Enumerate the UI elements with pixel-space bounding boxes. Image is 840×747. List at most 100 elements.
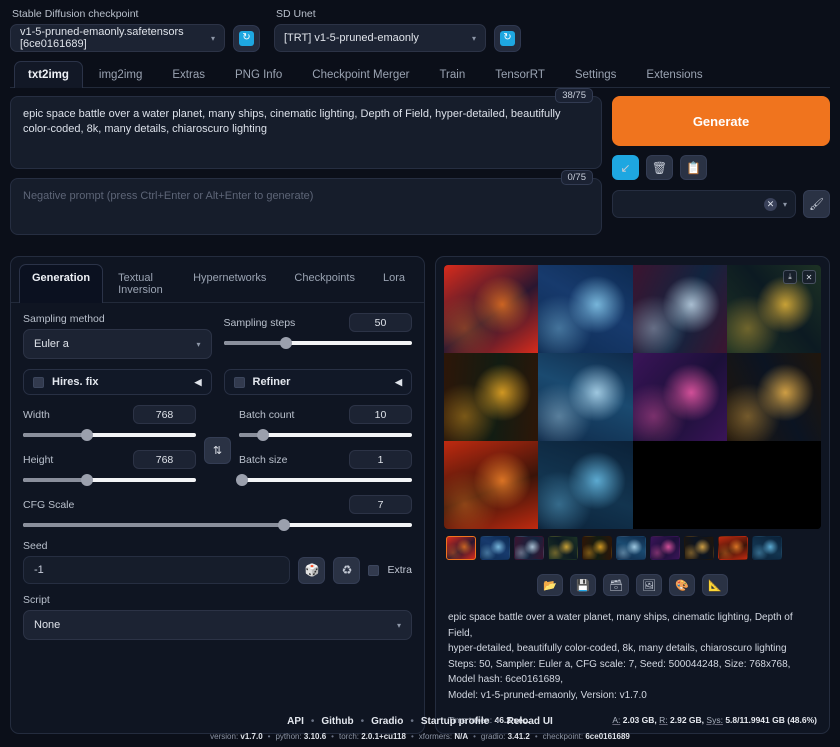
gallery-image[interactable] (633, 353, 727, 441)
gallery-thumbnail[interactable] (684, 536, 714, 560)
styles-dropdown[interactable]: ✕ ▾ (612, 190, 796, 218)
gallery-image[interactable] (538, 265, 632, 353)
footer-link-startup-profile[interactable]: Startup profile (421, 716, 489, 727)
gallery-thumbnail[interactable] (582, 536, 612, 560)
height-slider[interactable] (23, 474, 196, 486)
batch-size-slider[interactable] (239, 474, 412, 486)
gallery-image[interactable] (538, 441, 632, 529)
cfg-scale-slider[interactable] (23, 519, 412, 531)
batch-count-slider[interactable] (239, 429, 412, 441)
gallery-thumbnail[interactable] (650, 536, 680, 560)
clear-prompt-button[interactable]: 🗑 (646, 155, 673, 180)
footer-link-reload-ui[interactable]: Reload UI (507, 716, 553, 727)
sampling-steps-slider[interactable] (224, 337, 413, 349)
slider-fill (224, 341, 286, 345)
cfg-scale-value[interactable]: 7 (349, 495, 412, 514)
extra-seed-checkbox[interactable] (368, 565, 379, 576)
generate-button[interactable]: Generate (612, 96, 830, 146)
gallery-image[interactable] (538, 353, 632, 441)
gallery-thumbnail[interactable] (446, 536, 476, 560)
swap-dimensions-button[interactable]: ⇅ (204, 437, 231, 464)
tab-settings[interactable]: Settings (561, 61, 631, 88)
footer-gradio-value: 3.41.2 (505, 732, 529, 741)
gallery-thumbnail[interactable] (548, 536, 578, 560)
gallery-image[interactable] (727, 353, 821, 441)
send-to-inpaint-button[interactable]: 🎨 (669, 574, 695, 596)
footer-link-github[interactable]: Github (321, 716, 353, 727)
random-seed-button[interactable]: 🎲 (298, 557, 325, 584)
subtab-lora[interactable]: Lora (370, 264, 418, 303)
restore-progress-button[interactable]: ↙ (612, 155, 639, 180)
download-image-button[interactable]: ⤓ (783, 270, 797, 284)
footer-link-api[interactable]: API (287, 716, 304, 727)
negative-prompt-input[interactable]: Negative prompt (press Ctrl+Enter or Alt… (10, 178, 602, 235)
open-folder-button[interactable]: 📂 (537, 574, 563, 596)
save-zip-button[interactable]: 🗃 (603, 574, 629, 596)
extra-networks-button[interactable]: 🖌 (803, 190, 830, 218)
sampling-method-select[interactable]: Euler a ▾ (23, 329, 212, 359)
slider-thumb[interactable] (278, 519, 290, 531)
slider-thumb[interactable] (81, 474, 93, 486)
tab-extensions[interactable]: Extensions (632, 61, 716, 88)
width-value[interactable]: 768 (133, 405, 196, 424)
gallery-thumbnail[interactable] (718, 536, 748, 560)
chevron-down-icon: ▾ (211, 34, 215, 43)
refresh-checkpoint-button[interactable]: ↻ (233, 25, 260, 52)
gallery-image[interactable] (727, 441, 821, 529)
script-select[interactable]: None ▾ (23, 610, 412, 640)
seed-input[interactable]: -1 (23, 556, 290, 584)
clear-styles-icon[interactable]: ✕ (764, 198, 777, 211)
tab-checkpoint-merger[interactable]: Checkpoint Merger (298, 61, 423, 88)
prompt-input[interactable]: epic space battle over a water planet, m… (10, 96, 602, 169)
paste-params-icon: 📋 (686, 161, 701, 175)
checkpoint-select[interactable]: v1-5-pruned-emaonly.safetensors [6ce0161… (10, 24, 225, 52)
hires-fix-accordion[interactable]: Hires. fix ◀ (23, 369, 212, 395)
gallery-image[interactable] (444, 265, 538, 353)
footer-separator: • (361, 716, 365, 727)
gallery-thumbnail[interactable] (480, 536, 510, 560)
gallery-thumbnail[interactable] (616, 536, 646, 560)
refresh-sd-unet-button[interactable]: ↻ (494, 25, 521, 52)
save-button[interactable]: 💾 (570, 574, 596, 596)
tab-img2img[interactable]: img2img (85, 61, 156, 88)
paste-params-button[interactable]: 📋 (680, 155, 707, 180)
gallery-thumbnail[interactable] (514, 536, 544, 560)
refiner-accordion[interactable]: Refiner ◀ (224, 369, 413, 395)
gallery-image[interactable] (633, 441, 727, 529)
subtab-textual-inversion[interactable]: Textual Inversion (105, 264, 178, 303)
hires-fix-checkbox[interactable] (33, 377, 44, 388)
width-slider[interactable] (23, 429, 196, 441)
slider-thumb[interactable] (81, 429, 93, 441)
tab-txt2img[interactable]: txt2img (14, 61, 83, 88)
slider-thumb[interactable] (257, 429, 269, 441)
subtab-checkpoints[interactable]: Checkpoints (281, 264, 368, 303)
chevron-down-icon: ▾ (783, 200, 787, 209)
send-to-img2img-button[interactable]: 🖼 (636, 574, 662, 596)
batch-size-value[interactable]: 1 (349, 450, 412, 469)
subtab-hypernetworks[interactable]: Hypernetworks (180, 264, 279, 303)
gallery-thumbnail[interactable] (752, 536, 782, 560)
slider-thumb[interactable] (280, 337, 292, 349)
sampling-steps-value[interactable]: 50 (349, 313, 412, 332)
close-gallery-button[interactable]: ✕ (802, 270, 816, 284)
height-value[interactable]: 768 (133, 450, 196, 469)
refiner-checkbox[interactable] (234, 377, 245, 388)
gallery-image[interactable] (633, 265, 727, 353)
footer-link-gradio[interactable]: Gradio (371, 716, 403, 727)
batch-count-value[interactable]: 10 (349, 405, 412, 424)
tab-train[interactable]: Train (425, 61, 479, 88)
tab-tensorrt[interactable]: TensorRT (481, 61, 559, 88)
gallery-image[interactable] (444, 353, 538, 441)
subtab-generation[interactable]: Generation (19, 264, 103, 303)
slider-thumb[interactable] (236, 474, 248, 486)
save-icon: 💾 (576, 579, 590, 592)
tab-png-info[interactable]: PNG Info (221, 61, 296, 88)
sd-unet-select[interactable]: [TRT] v1-5-pruned-emaonly ▾ (274, 24, 486, 52)
generation-info: epic space battle over a water planet, m… (444, 610, 821, 725)
tab-extras[interactable]: Extras (158, 61, 219, 88)
image-gallery[interactable]: ⤓✕ (444, 265, 821, 529)
thumbnail-strip[interactable] (444, 536, 821, 560)
send-to-extras-button[interactable]: 📐 (702, 574, 728, 596)
reuse-seed-button[interactable]: ♻ (333, 557, 360, 584)
gallery-image[interactable] (444, 441, 538, 529)
